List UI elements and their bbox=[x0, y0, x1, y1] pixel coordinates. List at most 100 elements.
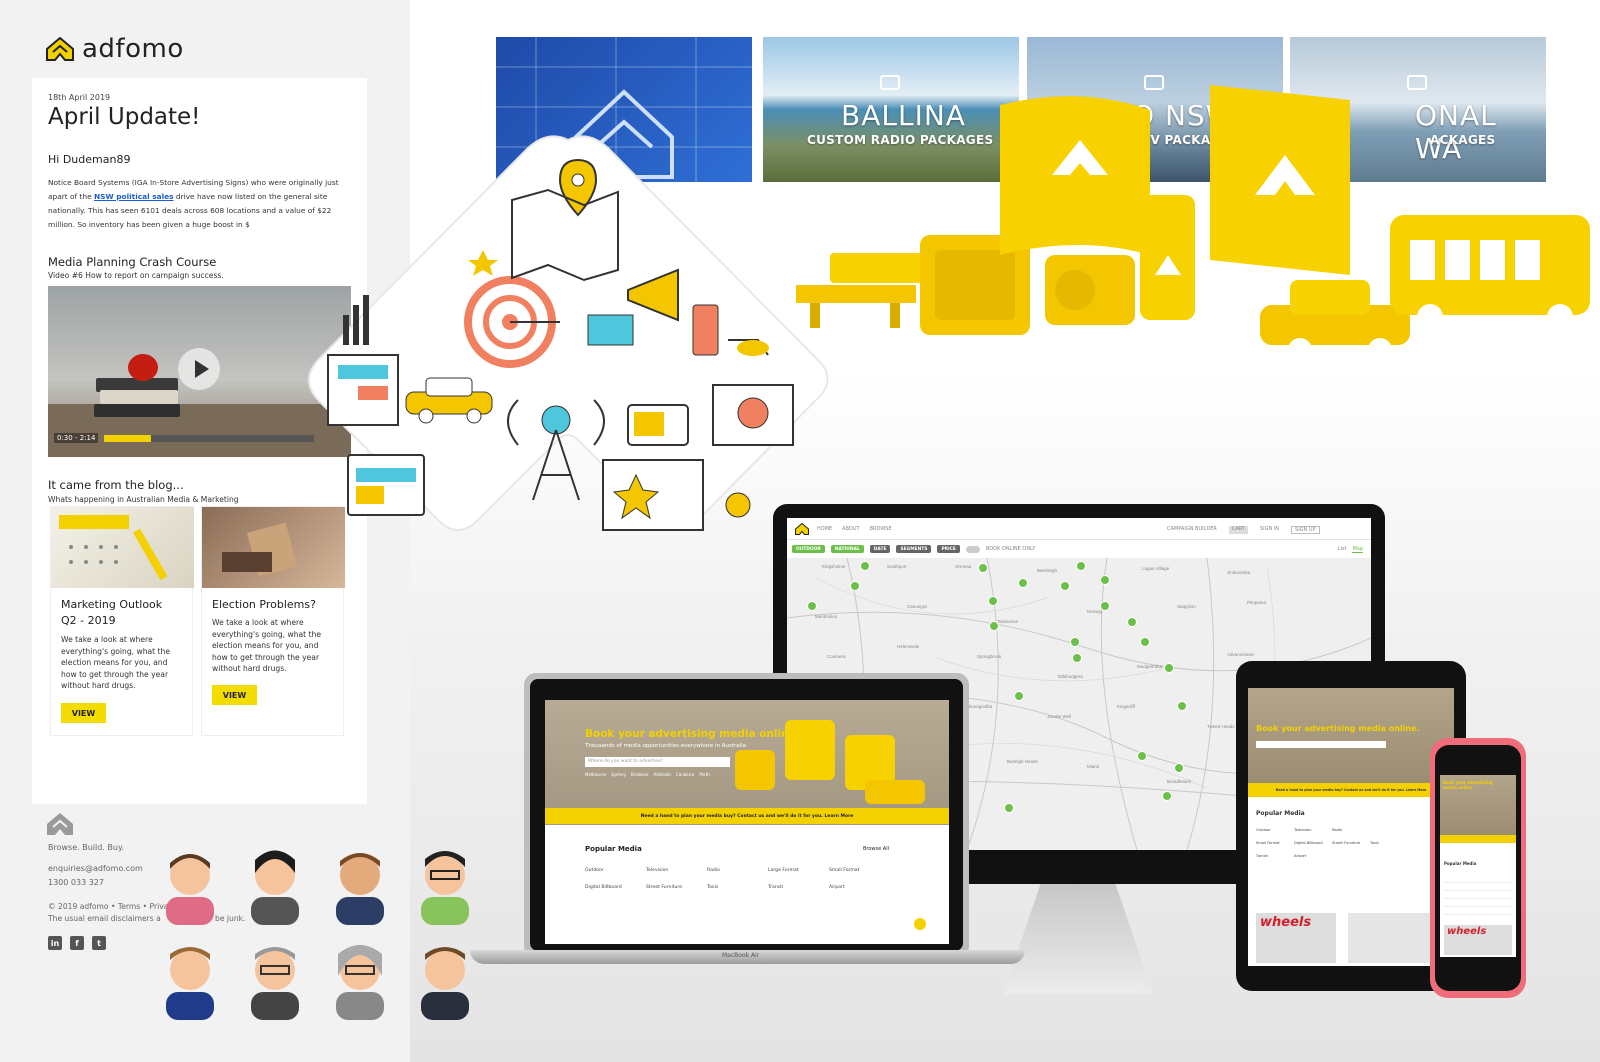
linkedin-icon[interactable]: in bbox=[48, 936, 62, 950]
map-marker[interactable] bbox=[1127, 617, 1137, 627]
nav-home[interactable]: HOME bbox=[817, 526, 832, 532]
post-title[interactable]: Marketing Outlook Q2 - 2019 bbox=[61, 597, 181, 629]
iphone-screen: Book your advertising media online. Popu… bbox=[1440, 775, 1516, 957]
media-item[interactable]: Transit bbox=[1256, 854, 1294, 858]
filter-date[interactable]: DATE bbox=[869, 545, 891, 553]
view-button[interactable]: VIEW bbox=[61, 703, 106, 723]
media-item[interactable]: Radio bbox=[707, 868, 768, 873]
facebook-icon[interactable]: f bbox=[70, 936, 84, 950]
nav-browse[interactable]: BROWSE bbox=[870, 526, 892, 532]
map-marker[interactable] bbox=[1018, 578, 1028, 588]
media-item[interactable]: Digital Billboard bbox=[1294, 841, 1332, 845]
calendar-image bbox=[51, 507, 194, 588]
adfomo-footer-logo-icon[interactable] bbox=[46, 812, 74, 836]
news-thumbnail[interactable]: wheels bbox=[1256, 913, 1336, 963]
video-controls[interactable]: 0:30 - 2:14 bbox=[54, 432, 314, 444]
media-item[interactable]: Taxis bbox=[707, 885, 768, 890]
city-link[interactable]: Brisbane bbox=[631, 772, 649, 777]
nav-campaign-builder[interactable]: CAMPAIGN BUILDER bbox=[1167, 526, 1217, 534]
map-marker[interactable] bbox=[1076, 561, 1086, 571]
news-thumbnail[interactable]: wheels bbox=[1444, 925, 1512, 955]
media-item[interactable]: Street Furniture bbox=[646, 885, 707, 890]
media-item[interactable]: Taxis bbox=[1370, 841, 1408, 845]
filter-national[interactable]: NATIONAL bbox=[830, 545, 864, 553]
map-marker[interactable] bbox=[1177, 701, 1187, 711]
media-item[interactable]: Large Format bbox=[768, 868, 829, 873]
email-title: April Update! bbox=[48, 104, 201, 130]
map-place-label: Woongoolba bbox=[967, 704, 993, 709]
media-item[interactable]: Digital Billboard bbox=[585, 885, 646, 890]
map-marker[interactable] bbox=[1174, 763, 1184, 773]
map-marker[interactable] bbox=[850, 581, 860, 591]
poster-icon bbox=[1140, 195, 1195, 320]
adfomo-logo-icon[interactable] bbox=[795, 523, 809, 535]
browse-all-link[interactable]: Browse All bbox=[863, 846, 889, 852]
play-icon[interactable] bbox=[178, 348, 220, 390]
media-item[interactable]: Street Furniture bbox=[1332, 841, 1370, 845]
help-banner[interactable]: Need a hand to plan your media buy? Cont… bbox=[545, 808, 949, 824]
media-item[interactable]: Television bbox=[1294, 828, 1332, 832]
media-item[interactable]: Television bbox=[646, 868, 707, 873]
tab-map[interactable]: Map bbox=[1352, 546, 1363, 553]
view-button[interactable]: VIEW bbox=[212, 685, 257, 705]
apple-logo-icon bbox=[1066, 861, 1088, 881]
nav-sign-up[interactable]: SIGN UP bbox=[1291, 526, 1320, 534]
map-marker[interactable] bbox=[1060, 581, 1070, 591]
map-marker[interactable] bbox=[1070, 637, 1080, 647]
iphone-media-list[interactable] bbox=[1444, 875, 1512, 915]
ipad-search-input[interactable] bbox=[1256, 741, 1386, 748]
email-logo[interactable]: adfomo bbox=[46, 34, 184, 64]
nav-sign-in[interactable]: SIGN IN bbox=[1260, 526, 1279, 534]
nav-about[interactable]: ABOUT bbox=[842, 526, 859, 532]
city-link[interactable]: Perth bbox=[699, 772, 709, 777]
imac-navbar: HOME ABOUT BROWSE CAMPAIGN BUILDER CART … bbox=[787, 518, 1371, 540]
nav-cart[interactable]: CART bbox=[1228, 526, 1248, 534]
map-marker[interactable] bbox=[860, 561, 870, 571]
filter-outdoor[interactable]: OUTDOOR bbox=[792, 545, 825, 553]
iphone-popular-heading: Popular Media bbox=[1444, 861, 1477, 866]
chat-icon[interactable] bbox=[914, 918, 926, 930]
twitter-icon[interactable]: t bbox=[92, 936, 106, 950]
media-item[interactable]: Airport bbox=[829, 885, 890, 890]
city-link[interactable]: Canberra bbox=[676, 772, 694, 777]
map-place-label: Tallebudgera bbox=[1057, 674, 1083, 679]
book-online-toggle[interactable] bbox=[965, 545, 980, 553]
map-marker[interactable] bbox=[988, 596, 998, 606]
media-item[interactable]: Small Format bbox=[1256, 841, 1294, 845]
footer-email-link[interactable]: enquiries@adfomo.com bbox=[48, 864, 143, 873]
map-marker[interactable] bbox=[1100, 601, 1110, 611]
ipad-screen: Book your advertising media online. Need… bbox=[1248, 688, 1454, 966]
city-link[interactable]: Melbourne bbox=[585, 772, 606, 777]
filter-segments[interactable]: SEGMENTS bbox=[896, 545, 932, 553]
nsw-political-sales-link[interactable]: NSW political sales bbox=[94, 192, 174, 201]
map-marker[interactable] bbox=[978, 563, 988, 573]
video-book bbox=[94, 404, 180, 417]
map-marker[interactable] bbox=[1004, 803, 1014, 813]
media-item[interactable]: Airport bbox=[1294, 854, 1332, 858]
city-link[interactable]: Adelaide bbox=[654, 772, 671, 777]
map-marker[interactable] bbox=[1100, 575, 1110, 585]
map-place-label: Logan Village bbox=[1142, 566, 1170, 571]
course-heading: Media Planning Crash Course bbox=[48, 255, 217, 269]
media-item[interactable]: Outdoor bbox=[585, 868, 646, 873]
media-item[interactable]: Radio bbox=[1332, 828, 1370, 832]
hero-search-input[interactable]: Where do you want to advertise? bbox=[585, 757, 730, 767]
map-marker[interactable] bbox=[1164, 663, 1174, 673]
billboard-icon bbox=[1210, 85, 1350, 275]
map-marker[interactable] bbox=[1140, 637, 1150, 647]
city-link[interactable]: Sydney bbox=[611, 772, 626, 777]
iphone-banner[interactable] bbox=[1440, 835, 1516, 843]
filter-price[interactable]: PRICE bbox=[937, 545, 960, 553]
video-progress-track[interactable] bbox=[104, 434, 314, 442]
news-logo: wheels bbox=[1447, 926, 1487, 937]
map-marker[interactable] bbox=[1014, 691, 1024, 701]
media-item[interactable]: Outdoor bbox=[1256, 828, 1294, 832]
ipad-banner[interactable]: Need a hand to plan your media buy? Cont… bbox=[1248, 783, 1454, 797]
map-marker[interactable] bbox=[807, 601, 817, 611]
map-marker[interactable] bbox=[1137, 751, 1147, 761]
map-marker[interactable] bbox=[1162, 791, 1172, 801]
tab-list[interactable]: List bbox=[1338, 546, 1347, 552]
map-marker[interactable] bbox=[1072, 653, 1082, 663]
media-item[interactable]: Transit bbox=[768, 885, 829, 890]
media-item[interactable]: Small Format bbox=[829, 868, 890, 873]
